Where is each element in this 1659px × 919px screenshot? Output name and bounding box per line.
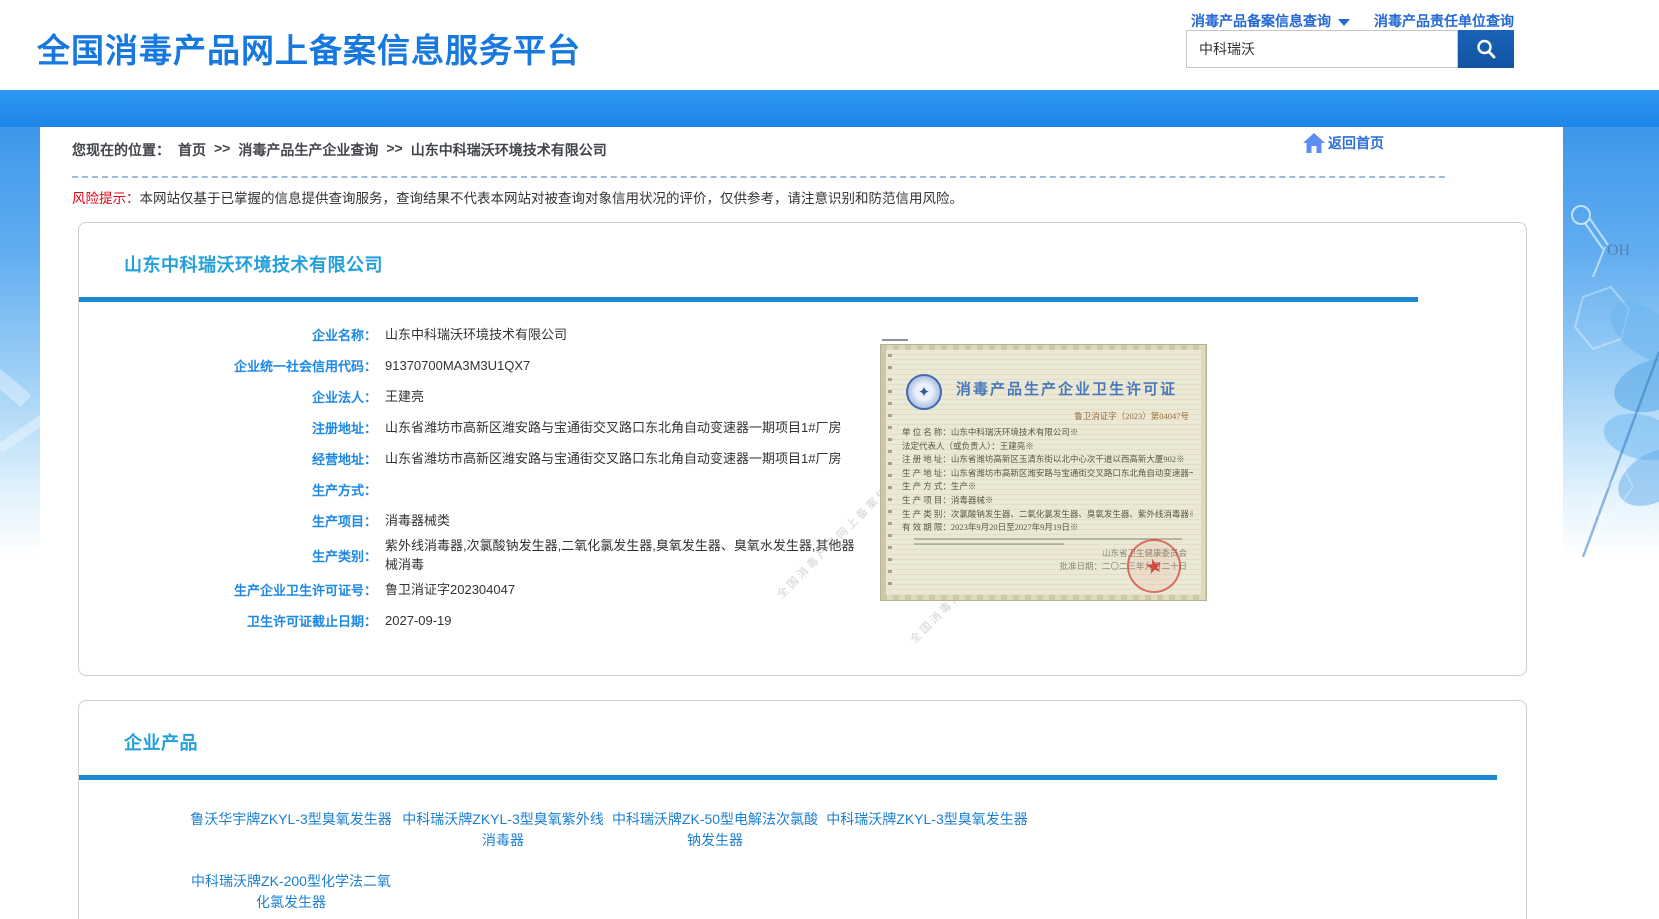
certificate-line: 生 产 类 别：次氯酸钠发生器、二氧化氯发生器、臭氧发生器、紫外线消毒器※	[902, 508, 1193, 522]
field-value: 紫外线消毒器,次氯酸钠发生器,二氧化氯发生器,臭氧发生器、臭氧水发生器,其他器械…	[385, 536, 863, 574]
page: 全国消毒产品网上备案信息服务平台 消毒产品备案信息查询 消毒产品责任单位查询	[0, 0, 1659, 919]
field-row-production-category: 生产类别： 紫外线消毒器,次氯酸钠发生器,二氧化氯发生器,臭氧发生器、臭氧水发生…	[79, 536, 889, 574]
risk-notice-label: 风险提示：	[72, 191, 140, 206]
certificate-number: 鲁卫消证字（2023）第04047号	[1074, 410, 1189, 422]
certificate-lines: 单 位 名 称：山东中科瑞沃环境技术有限公司※ 法定代表人（或负责人）：王建亮※…	[902, 426, 1193, 545]
risk-notice: 风险提示：本网站仅基于已掌握的信息提供查询服务，查询结果不代表本网站对被查询对象…	[72, 187, 963, 207]
top-banner	[0, 90, 1659, 127]
company-info-card: 山东中科瑞沃环境技术有限公司 企业名称： 山东中科瑞沃环境技术有限公司 企业统一…	[78, 222, 1527, 676]
certificate-line: 注 册 地 址：山东省潍坊高新区玉清东街以北中心次干道以西高新大厦902※	[902, 453, 1193, 467]
card-divider	[79, 775, 1497, 780]
dash-mark	[882, 339, 908, 341]
field-value: 2027-09-19	[385, 611, 452, 630]
emblem-icon: ✦	[906, 374, 942, 410]
field-value: 山东省潍坊市高新区潍安路与宝通街交叉路口东北角自动变速器一期项目1#厂房	[385, 449, 841, 468]
dashed-divider	[72, 176, 1445, 178]
field-label: 生产方式：	[79, 480, 377, 499]
page-title: 全国消毒产品网上备案信息服务平台	[37, 24, 581, 72]
field-label: 生产项目：	[79, 511, 377, 530]
products-card-title: 企业产品	[124, 729, 198, 755]
search-input[interactable]	[1186, 30, 1458, 68]
products-list: 鲁沃华宇牌ZKYL-3型臭氧发生器 中科瑞沃牌ZKYL-3型臭氧紫外线消毒器 中…	[79, 809, 1229, 919]
company-card-title: 山东中科瑞沃环境技术有限公司	[124, 251, 383, 277]
nav-link-record-info-query[interactable]: 消毒产品备案信息查询	[1191, 11, 1331, 31]
back-home-link[interactable]: 返回首页	[1302, 132, 1384, 154]
field-label: 生产企业卫生许可证号：	[79, 580, 377, 599]
card-divider	[79, 297, 1418, 302]
field-value: 91370700MA3M3U1QX7	[385, 356, 530, 375]
field-row-business-address: 经营地址： 山东省潍坊市高新区潍安路与宝通街交叉路口东北角自动变速器一期项目1#…	[79, 443, 889, 474]
field-row-production-mode: 生产方式：	[79, 474, 889, 505]
field-label: 企业名称：	[79, 325, 377, 344]
breadcrumb-current: 山东中科瑞沃环境技术有限公司	[411, 140, 607, 160]
field-label: 生产类别：	[79, 546, 377, 565]
field-value: 消毒器械类	[385, 511, 450, 530]
certificate-line: 生 产 项 目：消毒器械※	[902, 494, 1193, 508]
certificate-line: 生 产 方 式：生产※	[902, 480, 1193, 494]
field-label: 经营地址：	[79, 449, 377, 468]
certificate-image: ✦ 消毒产品生产企业卫生许可证 鲁卫消证字（2023）第04047号 单 位 名…	[881, 345, 1206, 600]
field-value: 山东中科瑞沃环境技术有限公司	[385, 325, 567, 344]
main-content: 您现在的位置： 首页 >> 消毒产品生产企业查询 >> 山东中科瑞沃环境技术有限…	[40, 127, 1563, 919]
company-fields: 企业名称： 山东中科瑞沃环境技术有限公司 企业统一社会信用代码： 9137070…	[79, 319, 889, 636]
risk-notice-text: 本网站仅基于已掌握的信息提供查询服务，查询结果不代表本网站对被查询对象信用状况的…	[140, 191, 964, 206]
field-row-legal-person: 企业法人： 王建亮	[79, 381, 889, 412]
breadcrumb-separator: >>	[386, 140, 402, 160]
field-row-license-number: 生产企业卫生许可证号： 鲁卫消证字202304047	[79, 574, 889, 605]
breadcrumb-label: 您现在的位置：	[72, 140, 170, 160]
field-value: 山东省潍坊市高新区潍安路与宝通街交叉路口东北角自动变速器一期项目1#厂房	[385, 418, 841, 437]
svg-text:OH: OH	[1607, 242, 1631, 259]
left-decoration	[0, 127, 40, 547]
nav-link-responsible-unit-query[interactable]: 消毒产品责任单位查询	[1374, 11, 1514, 31]
product-link[interactable]: 鲁沃华宇牌ZKYL-3型臭氧发生器	[185, 809, 397, 851]
product-link[interactable]: 中科瑞沃牌ZK-200型化学法二氧化氯发生器	[185, 871, 397, 913]
field-row-credit-code: 企业统一社会信用代码： 91370700MA3M3U1QX7	[79, 350, 889, 381]
breadcrumb-section-link[interactable]: 消毒产品生产企业查询	[238, 140, 378, 160]
product-link[interactable]: 中科瑞沃牌ZKYL-3型臭氧紫外线消毒器	[397, 809, 609, 851]
search-icon	[1474, 37, 1498, 61]
back-home-label: 返回首页	[1328, 133, 1384, 153]
certificate-body: ✦ 消毒产品生产企业卫生许可证 鲁卫消证字（2023）第04047号 单 位 名…	[886, 350, 1201, 595]
field-value: 王建亮	[385, 387, 424, 406]
certificate-line: 法定代表人（或负责人）：王建亮※	[902, 440, 1193, 454]
search-button[interactable]	[1458, 30, 1514, 68]
chevron-down-icon	[1338, 19, 1350, 26]
search-bar	[1186, 30, 1514, 68]
field-row-production-project: 生产项目： 消毒器械类	[79, 505, 889, 536]
certificate-scan: 全国消毒产品网上备案信息服务平台 全国消毒产品网上备案信息服务平台 全国消毒产品…	[824, 339, 1214, 605]
top-nav: 消毒产品备案信息查询 消毒产品责任单位查询	[1191, 11, 1514, 31]
field-row-company-name: 企业名称： 山东中科瑞沃环境技术有限公司	[79, 319, 889, 350]
product-link[interactable]: 中科瑞沃牌ZKYL-3型臭氧发生器	[821, 809, 1033, 851]
field-label: 卫生许可证截止日期：	[79, 611, 377, 630]
certificate-line: 有 效 期 限：2023年9月20日至2027年9月19日※	[902, 521, 1193, 535]
breadcrumb: 您现在的位置： 首页 >> 消毒产品生产企业查询 >> 山东中科瑞沃环境技术有限…	[72, 140, 607, 160]
breadcrumb-separator: >>	[214, 140, 230, 160]
breadcrumb-home-link[interactable]: 首页	[178, 140, 206, 160]
certificate-title: 消毒产品生产企业卫生许可证	[956, 378, 1177, 399]
certificate-line: 生 产 地 址：山东省潍坊市高新区潍安路与宝通街交叉路口东北角自动变速器一期项目…	[902, 467, 1193, 481]
field-label: 企业统一社会信用代码：	[79, 356, 377, 375]
certificate-binding-holes	[888, 354, 892, 591]
certificate-line: 单 位 名 称：山东中科瑞沃环境技术有限公司※	[902, 426, 1193, 440]
field-label: 企业法人：	[79, 387, 377, 406]
field-row-registered-address: 注册地址： 山东省潍坊市高新区潍安路与宝通街交叉路口东北角自动变速器一期项目1#…	[79, 412, 889, 443]
home-icon	[1302, 132, 1326, 154]
field-row-license-expiry: 卫生许可证截止日期： 2027-09-19	[79, 605, 889, 636]
products-card: 企业产品 鲁沃华宇牌ZKYL-3型臭氧发生器 中科瑞沃牌ZKYL-3型臭氧紫外线…	[78, 700, 1527, 919]
field-value: 鲁卫消证字202304047	[385, 580, 515, 599]
field-label: 注册地址：	[79, 418, 377, 437]
product-link[interactable]: 中科瑞沃牌ZK-50型电解法次氯酸钠发生器	[609, 809, 821, 851]
molecule-decoration: OH	[1563, 127, 1659, 557]
